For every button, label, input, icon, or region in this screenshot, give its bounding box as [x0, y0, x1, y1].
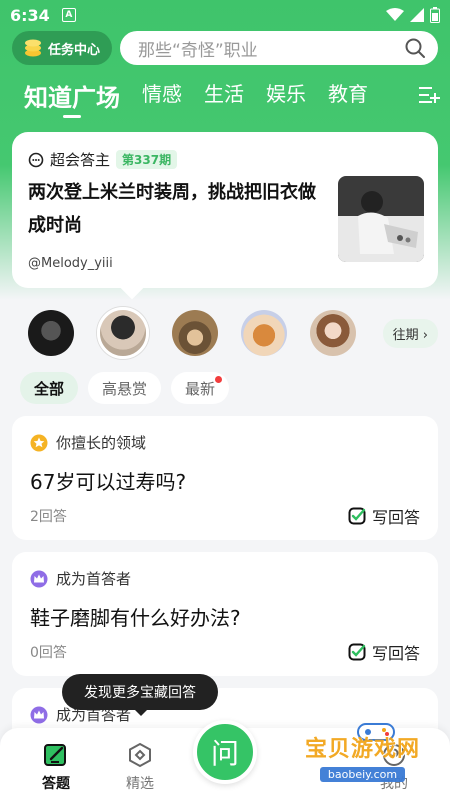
avatar[interactable]: [310, 310, 356, 356]
crown-icon: [30, 570, 48, 587]
crown-icon: [30, 706, 48, 723]
tab-emotion[interactable]: 情感: [142, 78, 182, 112]
tab-square[interactable]: 知道广场: [24, 78, 120, 112]
filter-chips: 全部 高悬赏 最新: [20, 372, 230, 404]
filter-high-bounty[interactable]: 高悬赏: [88, 372, 162, 404]
question-card[interactable]: 成为首答者 鞋子磨脚有什么好办法? 0回答 写回答: [12, 552, 438, 676]
notification-icon: A: [61, 8, 76, 22]
nav-answer-label: 答题: [42, 776, 70, 792]
answer-edit-icon: [44, 744, 66, 766]
watermark: 宝贝游戏网 baobeiy.com: [305, 731, 420, 782]
tab-entertainment[interactable]: 娱乐: [266, 78, 306, 112]
answer-count: 0回答: [30, 645, 67, 661]
write-answer-label: 写回答: [371, 644, 420, 663]
question-tag: 你擅长的领域: [30, 432, 146, 453]
nav-featured-label: 精选: [126, 776, 154, 792]
wifi-icon: [386, 8, 404, 21]
category-tabs: 知道广场 情感 生活 娱乐 教育: [24, 78, 440, 112]
question-card[interactable]: 你擅长的领域 67岁可以过寿吗? 2回答 写回答: [12, 416, 438, 540]
nav-answer[interactable]: 答题: [26, 742, 86, 793]
task-center-label: 任务中心: [48, 42, 101, 58]
featured-brand: 超会答主: [50, 151, 111, 169]
search-placeholder: 那些“奇怪”职业: [138, 40, 258, 61]
search-icon[interactable]: [404, 37, 426, 59]
featured-thumbnail: [338, 176, 424, 262]
question-title[interactable]: 67岁可以过寿吗?: [30, 466, 186, 495]
featured-title: 两次登上米兰时装周，挑战把旧衣做成时尚: [28, 182, 316, 236]
search-input[interactable]: 那些“奇怪”职业: [120, 31, 438, 65]
question-tag-label: 成为首答者: [56, 570, 132, 588]
hexagon-icon: [129, 742, 151, 768]
featured-username[interactable]: @Melody_yiii: [28, 256, 113, 271]
answerer-avatars: 往期 ›: [28, 306, 438, 360]
avatar[interactable]: [241, 310, 287, 356]
filter-latest[interactable]: 最新: [171, 372, 230, 404]
watermark-text: 宝贝游戏网: [304, 737, 420, 762]
filter-latest-label: 最新: [185, 379, 216, 398]
battery-icon: [430, 7, 440, 23]
tab-education[interactable]: 教育: [328, 78, 368, 112]
question-tag-label: 你擅长的领域: [56, 434, 147, 452]
coins-icon: [25, 39, 41, 57]
question-tag: 成为首答者: [30, 568, 131, 589]
filter-all[interactable]: 全部: [20, 372, 79, 404]
featured-header: 超会答主 第337期: [28, 149, 178, 170]
signal-icon: [410, 8, 424, 22]
watermark-url: baobeiy.com: [319, 767, 406, 782]
top-header: 任务中心 那些“奇怪”职业: [12, 30, 438, 66]
discover-tooltip[interactable]: 发现更多宝藏回答: [62, 674, 218, 716]
status-time: 6:34: [10, 5, 50, 25]
nav-featured[interactable]: 精选: [110, 742, 170, 793]
write-answer-button[interactable]: 写回答: [348, 504, 420, 528]
featured-answerer-card[interactable]: 超会答主 第337期 两次登上米兰时装周，挑战把旧衣做成时尚 @Melody_y…: [12, 132, 438, 300]
chat-bubble-icon: [28, 152, 44, 167]
star-icon: [30, 434, 48, 451]
question-title[interactable]: 鞋子磨脚有什么好办法?: [30, 602, 241, 631]
tab-manage-icon[interactable]: [418, 84, 440, 106]
new-indicator-dot: [215, 376, 223, 383]
ask-question-button[interactable]: 问: [193, 720, 257, 784]
task-center-button[interactable]: 任务中心: [12, 31, 113, 65]
write-answer-label: 写回答: [371, 508, 420, 527]
edit-check-icon: [348, 643, 366, 661]
avatar[interactable]: [172, 310, 218, 356]
avatar[interactable]: [28, 310, 74, 356]
status-bar: 6:34 A: [0, 0, 450, 30]
write-answer-button[interactable]: 写回答: [348, 640, 420, 664]
past-issues-button[interactable]: 往期 ›: [382, 318, 438, 348]
edit-check-icon: [348, 507, 366, 525]
past-issues-label: 往期: [392, 327, 419, 343]
period-badge: 第337期: [116, 150, 178, 169]
answer-count: 2回答: [30, 509, 67, 525]
tab-life[interactable]: 生活: [204, 78, 244, 112]
avatar-selected[interactable]: [97, 307, 149, 359]
